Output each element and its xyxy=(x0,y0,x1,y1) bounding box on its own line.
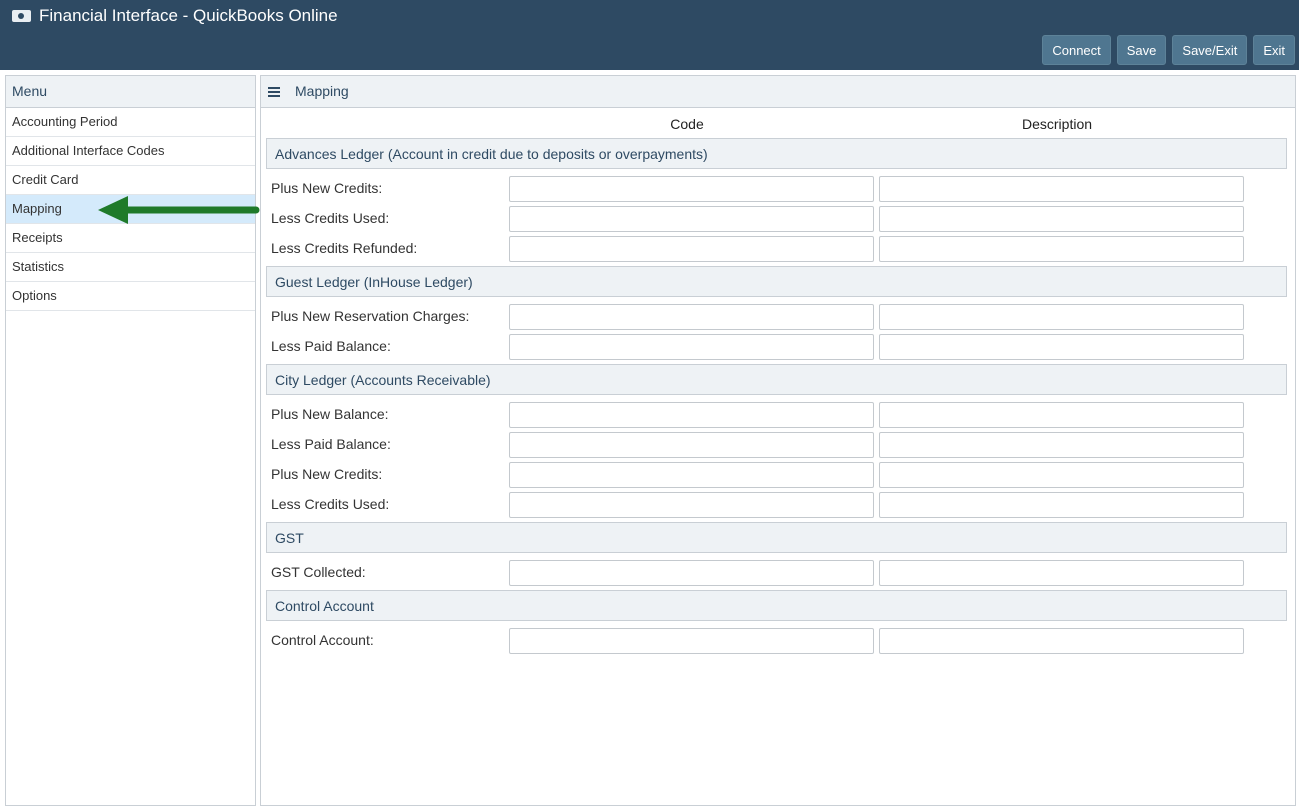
section-header-control-account: Control Account xyxy=(266,590,1287,621)
field-row: Less Paid Balance: xyxy=(271,334,1271,360)
sidebar-item-credit-card[interactable]: Credit Card xyxy=(6,166,255,195)
section-header-gst: GST xyxy=(266,522,1287,553)
panel-header: Mapping xyxy=(261,76,1295,108)
field-label: Plus New Credits: xyxy=(271,180,383,196)
app-title: Financial Interface - QuickBooks Online xyxy=(39,6,338,25)
description-input[interactable] xyxy=(879,176,1244,202)
money-icon xyxy=(12,10,31,22)
sidebar-item-statistics[interactable]: Statistics xyxy=(6,253,255,282)
code-input[interactable] xyxy=(509,236,874,262)
description-input[interactable] xyxy=(879,236,1244,262)
code-input[interactable] xyxy=(509,492,874,518)
field-row: Plus New Credits: xyxy=(271,176,1271,202)
hamburger-menu-icon[interactable] xyxy=(268,87,280,97)
description-input[interactable] xyxy=(879,560,1244,586)
field-row: Less Credits Used: xyxy=(271,492,1271,518)
code-input[interactable] xyxy=(509,176,874,202)
code-input[interactable] xyxy=(509,628,874,654)
sidebar-item-accounting-period[interactable]: Accounting Period xyxy=(6,108,255,137)
code-input[interactable] xyxy=(509,432,874,458)
field-row: Less Credits Used: xyxy=(271,206,1271,232)
code-input[interactable] xyxy=(509,304,874,330)
mapping-panel: Mapping Code Description Advances Ledger… xyxy=(260,75,1296,806)
field-label: Less Credits Refunded: xyxy=(271,240,418,256)
field-row: Less Credits Refunded: xyxy=(271,236,1271,262)
section-header-advances-ledger: Advances Ledger (Account in credit due t… xyxy=(266,138,1287,169)
top-bar: Financial Interface - QuickBooks Online … xyxy=(0,0,1299,70)
connect-button[interactable]: Connect xyxy=(1042,35,1111,65)
sidebar-item-receipts[interactable]: Receipts xyxy=(6,224,255,253)
sidebar-item-additional-interface-codes[interactable]: Additional Interface Codes xyxy=(6,137,255,166)
sidebar-menu: Menu Accounting Period Additional Interf… xyxy=(5,75,256,806)
field-label: Plus New Balance: xyxy=(271,406,389,422)
code-input[interactable] xyxy=(509,462,874,488)
field-label: Less Credits Used: xyxy=(271,210,390,226)
field-label: GST Collected: xyxy=(271,564,366,580)
description-input[interactable] xyxy=(879,432,1244,458)
save-exit-button[interactable]: Save/Exit xyxy=(1172,35,1248,65)
panel-title: Mapping xyxy=(295,83,349,99)
description-input[interactable] xyxy=(879,206,1244,232)
field-label: Less Credits Used: xyxy=(271,496,390,512)
description-input[interactable] xyxy=(879,334,1244,360)
description-input[interactable] xyxy=(879,492,1244,518)
field-row: Plus New Reservation Charges: xyxy=(271,304,1271,330)
description-input[interactable] xyxy=(879,402,1244,428)
field-row: GST Collected: xyxy=(271,560,1271,586)
sidebar-header: Menu xyxy=(6,76,255,108)
field-row: Control Account: xyxy=(271,628,1271,654)
description-input[interactable] xyxy=(879,304,1244,330)
section-header-guest-ledger: Guest Ledger (InHouse Ledger) xyxy=(266,266,1287,297)
toolbar: Connect Save Save/Exit Exit xyxy=(1042,35,1295,65)
section-header-city-ledger: City Ledger (Accounts Receivable) xyxy=(266,364,1287,395)
green-arrow-annotation xyxy=(98,196,260,224)
save-button[interactable]: Save xyxy=(1116,35,1167,65)
field-row: Plus New Credits: xyxy=(271,462,1271,488)
field-label: Control Account: xyxy=(271,632,374,648)
sidebar-item-options[interactable]: Options xyxy=(6,282,255,311)
code-input[interactable] xyxy=(509,560,874,586)
description-input[interactable] xyxy=(879,628,1244,654)
code-input[interactable] xyxy=(509,334,874,360)
field-label: Plus New Credits: xyxy=(271,466,383,482)
field-row: Plus New Balance: xyxy=(271,402,1271,428)
code-input[interactable] xyxy=(509,402,874,428)
field-label: Plus New Reservation Charges: xyxy=(271,308,470,324)
column-header-description: Description xyxy=(1021,116,1093,132)
code-input[interactable] xyxy=(509,206,874,232)
field-label: Less Paid Balance: xyxy=(271,436,391,452)
exit-button[interactable]: Exit xyxy=(1253,35,1295,65)
field-row: Less Paid Balance: xyxy=(271,432,1271,458)
column-header-code: Code xyxy=(670,116,704,132)
field-label: Less Paid Balance: xyxy=(271,338,391,354)
description-input[interactable] xyxy=(879,462,1244,488)
